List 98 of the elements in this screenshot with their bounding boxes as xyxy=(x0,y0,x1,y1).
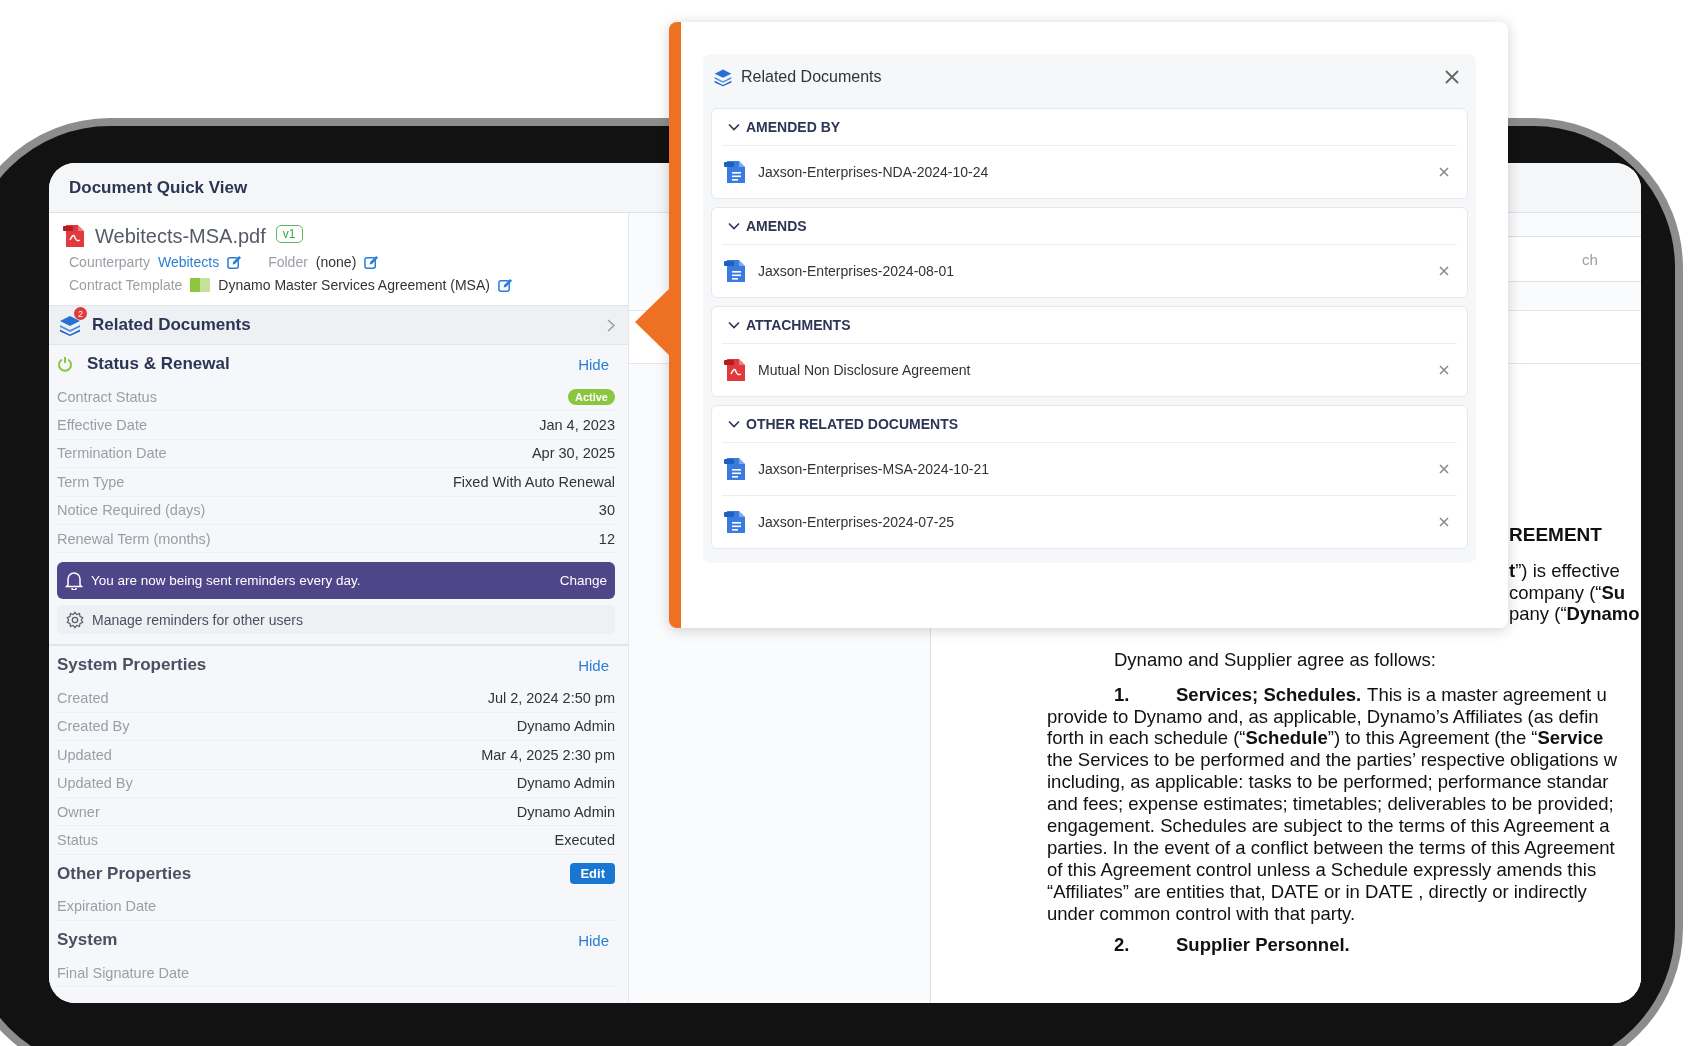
edit-button[interactable]: Edit xyxy=(570,863,615,885)
hide-link[interactable]: Hide xyxy=(578,355,609,373)
change-link[interactable]: Change xyxy=(559,573,607,589)
group-header[interactable]: OTHER RELATED DOCUMENTS xyxy=(722,406,1457,443)
field-label: Counterparty xyxy=(69,254,150,270)
remove-icon[interactable] xyxy=(1439,517,1449,527)
section-title: System Properties xyxy=(57,655,208,676)
property-label: Term Type xyxy=(57,473,125,490)
property-value: Dynamo Admin xyxy=(516,775,615,792)
document-line: engagement. Schedules are subject to the terms of this Agreement a xyxy=(1047,815,1610,837)
document-line: pany (“Dynamo xyxy=(1509,603,1640,625)
edit-icon[interactable] xyxy=(227,254,243,270)
hide-link[interactable]: Hide xyxy=(578,656,609,674)
section-title: System xyxy=(57,930,119,951)
document-link[interactable]: Jaxson-Enterprises-2024-07-25 xyxy=(758,514,1429,530)
chevron-right-icon xyxy=(607,318,615,332)
property-label: Notice Required (days) xyxy=(57,502,206,519)
clause-title: Supplier Personnel. xyxy=(1176,932,1350,956)
manage-reminders-link[interactable]: Manage reminders for other users xyxy=(57,605,615,635)
remove-icon[interactable] xyxy=(1439,266,1449,276)
clause-title: Services; Schedules. xyxy=(1176,682,1362,706)
property-label: Status xyxy=(57,832,99,848)
remove-icon[interactable] xyxy=(1439,464,1449,474)
document-link[interactable]: Mutual Non Disclosure Agreement xyxy=(758,362,1429,378)
count-badge: 2 xyxy=(74,307,87,320)
document-link[interactable]: Jaxson-Enterprises-2024-08-01 xyxy=(758,263,1429,279)
edit-icon[interactable] xyxy=(497,277,513,293)
clause-number: 1. xyxy=(1114,682,1131,706)
pdf-file-icon xyxy=(61,223,87,249)
property-label: Contract Status xyxy=(57,388,157,405)
power-icon xyxy=(57,356,73,372)
section-title: Other Properties xyxy=(57,863,193,884)
edit-icon[interactable] xyxy=(364,254,380,270)
remove-icon[interactable] xyxy=(1439,167,1449,177)
field-label: Folder xyxy=(268,254,308,270)
property-value: Apr 30, 2025 xyxy=(531,445,615,462)
related-documents-row[interactable]: 2 Related Documents xyxy=(49,305,628,345)
field-label: Contract Template xyxy=(69,277,183,293)
property-label: Created By xyxy=(57,718,130,735)
property-value: Fixed With Auto Renewal xyxy=(453,473,615,490)
section-title: Status & Renewal xyxy=(87,354,231,374)
document-line: including, as applicable: tasks to be performed; performance standar xyxy=(1047,771,1609,794)
file-name: Webitects-MSA.pdf xyxy=(95,224,266,248)
clause-number: 2. xyxy=(1114,932,1131,956)
document-line: of this Agreement control unless a Schedule expressly amends this xyxy=(1047,858,1597,881)
panel-title: Document Quick View xyxy=(69,177,248,198)
document-line: Dynamo and Supplier agree as follows: xyxy=(1114,648,1436,671)
book-icon xyxy=(190,278,211,292)
property-label: Termination Date xyxy=(57,445,167,462)
property-label: Updated By xyxy=(57,775,133,792)
property-value: Executed xyxy=(554,832,615,848)
pdf-file-icon xyxy=(722,357,748,383)
document-file-icon xyxy=(722,456,748,482)
property-label: Created xyxy=(57,690,109,707)
document-line: parties. In the event of a conflict between the terms of this Agreement xyxy=(1047,836,1615,859)
field-value: (none) xyxy=(315,254,357,270)
field-value: Dynamo Master Services Agreement (MSA) xyxy=(218,277,490,293)
property-value: Mar 4, 2025 2:30 pm xyxy=(481,746,615,763)
document-line: provide to Dynamo and, as applicable, Dynamo’s Affiliates (as defin xyxy=(1047,705,1599,728)
document-line: “Affiliates” are entities that, DATE or in DATE , directly or indirectly xyxy=(1047,880,1587,903)
group-header[interactable]: AMENDS xyxy=(722,208,1457,245)
property-value: Dynamo Admin xyxy=(516,718,615,735)
property-value: 12 xyxy=(598,530,615,547)
document-heading: REEMENT xyxy=(1509,524,1602,546)
document-line: forth in each schedule (“Schedule”) to this Agreement (the “Service xyxy=(1047,727,1604,750)
documents-stack-icon xyxy=(713,67,733,87)
document-link[interactable]: Jaxson-Enterprises-NDA-2024-10-24 xyxy=(758,164,1429,180)
property-label: Effective Date xyxy=(57,417,147,434)
document-line: company (“Su xyxy=(1509,581,1626,603)
document-file-icon xyxy=(722,258,748,284)
hide-link[interactable]: Hide xyxy=(578,931,609,949)
gear-icon xyxy=(66,610,84,629)
popup-title: Related Documents xyxy=(741,68,883,86)
property-value: 30 xyxy=(598,502,615,519)
property-label: Updated xyxy=(57,746,112,763)
remove-icon[interactable] xyxy=(1439,365,1449,375)
property-label: Final Signature Date xyxy=(57,964,190,981)
document-line: t”) is effective xyxy=(1509,560,1620,582)
document-file-icon xyxy=(722,509,748,535)
document-link[interactable]: Jaxson-Enterprises-MSA-2024-10-21 xyxy=(758,461,1429,477)
property-label: Owner xyxy=(57,803,100,820)
document-line: the Services to be performed and the parties’ respective obligations w xyxy=(1047,749,1618,772)
status-badge: Active xyxy=(567,388,615,405)
property-label: Renewal Term (months) xyxy=(57,530,211,547)
version-tag: v1 xyxy=(275,225,303,243)
group-header[interactable]: AMENDED BY xyxy=(722,109,1457,146)
group-header[interactable]: ATTACHMENTS xyxy=(722,307,1457,344)
property-label: Expiration Date xyxy=(57,898,157,915)
document-line: under common control with that party. xyxy=(1047,902,1356,925)
document-line: and fees; expense estimates; timetables; deliverables to be provided; xyxy=(1047,793,1614,816)
property-value: Jul 2, 2024 2:50 pm xyxy=(487,690,615,707)
reminder-text: You are now being sent reminders every day. xyxy=(91,573,362,589)
property-value: Jan 4, 2023 xyxy=(539,417,615,434)
property-value: Dynamo Admin xyxy=(516,803,615,820)
bell-icon xyxy=(65,571,83,591)
counterparty-link[interactable]: Webitects xyxy=(157,254,220,270)
document-file-icon xyxy=(722,159,748,185)
document-line: This is a master agreement u xyxy=(1367,682,1607,706)
